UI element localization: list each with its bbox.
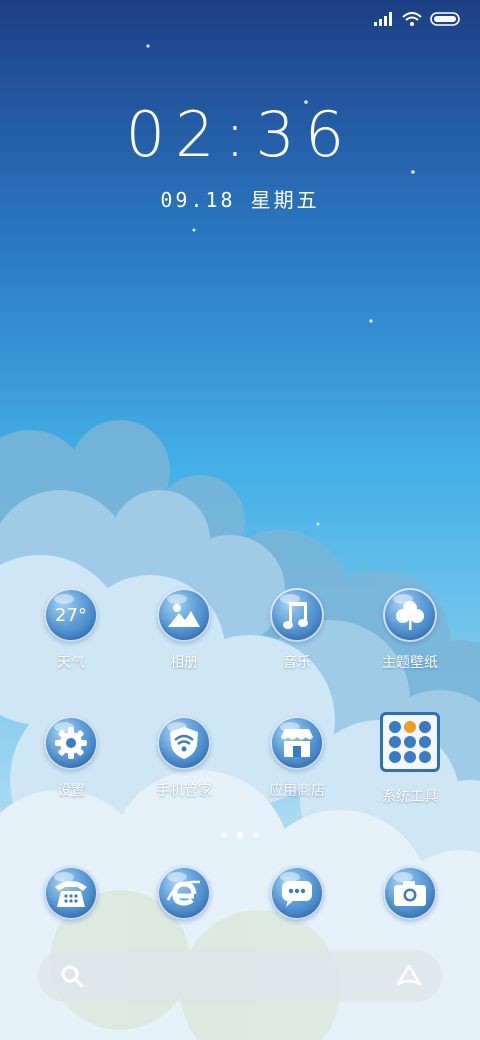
mini-app-icon xyxy=(389,736,401,748)
mini-app-icon xyxy=(404,736,416,748)
dock-phone[interactable] xyxy=(21,866,121,920)
lock-clock[interactable]: 02:36 xyxy=(0,98,480,171)
app-settings[interactable]: 设置 xyxy=(21,716,121,800)
app-label: 音乐 xyxy=(283,655,311,671)
app-label: 相册 xyxy=(170,655,198,671)
app-store[interactable]: 应用商店 xyxy=(247,716,347,800)
mini-app-icon xyxy=(419,736,431,748)
mini-app-icon xyxy=(419,721,431,733)
mini-app-icon xyxy=(389,721,401,733)
browser-icon xyxy=(157,866,211,920)
page-dot-active[interactable] xyxy=(237,832,243,838)
battery-icon xyxy=(430,12,460,26)
app-label: 天气 xyxy=(57,655,85,671)
app-themes[interactable]: 主题壁纸 xyxy=(360,588,460,672)
messages-icon xyxy=(270,866,324,920)
dock-camera[interactable] xyxy=(360,866,460,920)
weather-icon: 27° xyxy=(44,588,98,642)
gear-icon xyxy=(44,716,98,770)
dock-messages[interactable] xyxy=(247,866,347,920)
page-indicator[interactable] xyxy=(0,832,480,838)
dock-browser[interactable] xyxy=(134,866,234,920)
app-label: 系统工具 xyxy=(382,789,438,805)
mini-app-icon xyxy=(404,721,416,733)
app-label: 手机管家 xyxy=(156,783,212,799)
page-dot[interactable] xyxy=(221,832,227,838)
shield-wifi-icon xyxy=(157,716,211,770)
wifi-icon xyxy=(402,12,422,26)
app-label: 应用商店 xyxy=(269,783,325,799)
gallery-icon xyxy=(157,588,211,642)
page-dot[interactable] xyxy=(253,832,259,838)
app-music[interactable]: 音乐 xyxy=(247,588,347,672)
camera-icon xyxy=(383,866,437,920)
search-icon[interactable] xyxy=(60,964,84,988)
folder-grid-icon xyxy=(380,712,440,772)
mini-app-icon xyxy=(404,751,416,763)
app-label: 主题壁纸 xyxy=(382,655,438,671)
phone-icon xyxy=(44,866,98,920)
weather-temperature: 27° xyxy=(55,604,87,626)
store-icon xyxy=(270,716,324,770)
folder-system-tools[interactable]: 系统工具 xyxy=(360,712,460,806)
signal-bars-icon xyxy=(374,12,392,26)
app-gallery[interactable]: 相册 xyxy=(134,588,234,672)
music-icon xyxy=(270,588,324,642)
clover-icon xyxy=(383,588,437,642)
lock-date: 09.18 星期五 xyxy=(160,188,320,212)
search-bar[interactable] xyxy=(38,950,442,1002)
app-weather[interactable]: 27° 天气 xyxy=(21,588,121,672)
assistant-icon[interactable] xyxy=(396,964,422,988)
mini-app-icon xyxy=(419,751,431,763)
status-bar xyxy=(374,12,462,26)
app-label: 设置 xyxy=(57,783,85,799)
mini-app-icon xyxy=(389,751,401,763)
app-security[interactable]: 手机管家 xyxy=(134,716,234,800)
